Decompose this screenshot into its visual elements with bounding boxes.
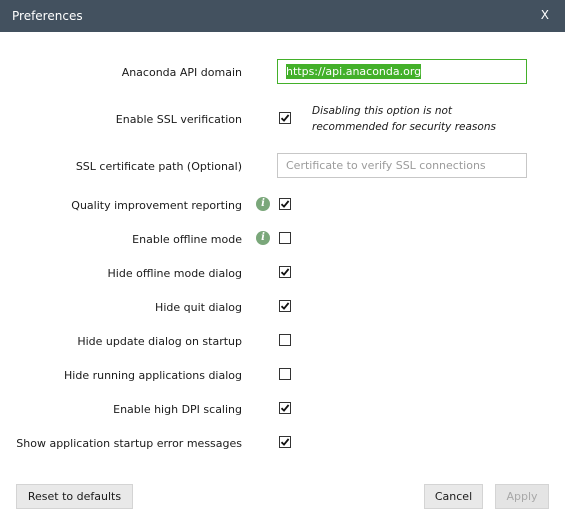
api-domain-value: https://api.anaconda.org	[286, 64, 422, 79]
high-dpi-checkbox[interactable]	[279, 402, 291, 414]
cert-path-input[interactable]: Certificate to verify SSL connections	[277, 153, 527, 178]
option-label-hide-quit: Hide quit dialog	[155, 301, 242, 314]
info-icon[interactable]: i	[256, 231, 270, 245]
ssl-note-line1: Disabling this option is not	[312, 105, 453, 117]
checkmark-icon	[280, 114, 290, 122]
checkmark-icon	[280, 404, 290, 412]
hide-offline-dialog-checkbox[interactable]	[279, 266, 291, 278]
option-label-offline: Enable offline mode	[132, 233, 242, 246]
option-label-startup-errors: Show application startup error messages	[16, 437, 242, 450]
hide-update-dialog-checkbox[interactable]	[279, 334, 291, 346]
ssl-note: Disabling this option is not recommended…	[312, 103, 496, 135]
reset-defaults-button[interactable]: Reset to defaults	[16, 484, 133, 509]
api-domain-input[interactable]: https://api.anaconda.org	[277, 59, 527, 84]
cert-path-label: SSL certificate path (Optional)	[75, 160, 242, 173]
info-icon[interactable]: i	[256, 197, 270, 211]
ssl-note-line2: recommended for security reasons	[312, 121, 496, 133]
close-button[interactable]: X	[541, 8, 549, 22]
checkmark-icon	[280, 302, 290, 310]
title-bar: Preferences X	[0, 0, 565, 32]
cancel-button[interactable]: Cancel	[424, 484, 483, 509]
hide-quit-dialog-checkbox[interactable]	[279, 300, 291, 312]
option-label-hide-update: Hide update dialog on startup	[77, 335, 242, 348]
offline-mode-checkbox[interactable]	[279, 232, 291, 244]
option-label-quality: Quality improvement reporting	[71, 199, 242, 212]
api-domain-label: Anaconda API domain	[121, 66, 242, 79]
checkmark-icon	[280, 268, 290, 276]
ssl-verification-label: Enable SSL verification	[115, 113, 242, 126]
hide-running-apps-checkbox[interactable]	[279, 368, 291, 380]
option-label-hide-running: Hide running applications dialog	[64, 369, 242, 382]
option-label-high-dpi: Enable high DPI scaling	[113, 403, 242, 416]
checkmark-icon	[280, 200, 290, 208]
ssl-verification-checkbox[interactable]	[279, 112, 291, 124]
window-title: Preferences	[12, 9, 83, 23]
apply-button[interactable]: Apply	[495, 484, 549, 509]
quality-reporting-checkbox[interactable]	[279, 198, 291, 210]
option-label-hide-offline: Hide offline mode dialog	[107, 267, 242, 280]
checkmark-icon	[280, 438, 290, 446]
startup-errors-checkbox[interactable]	[279, 436, 291, 448]
